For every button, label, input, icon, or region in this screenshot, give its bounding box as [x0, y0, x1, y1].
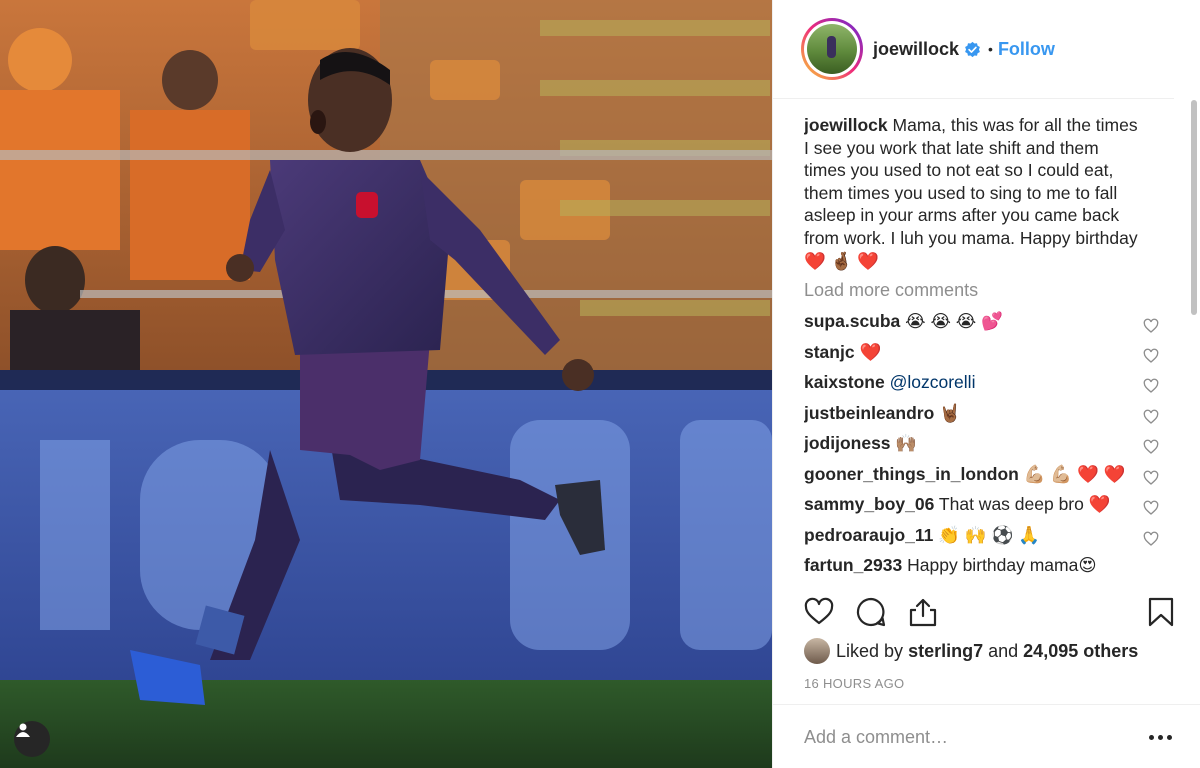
liker-avatar[interactable] — [804, 638, 830, 664]
comment-items: supa.scuba 😭 😭 😭 💕 stanjc ❤️ kaixstone @… — [804, 309, 1144, 584]
comment-heart-icon[interactable] — [1143, 348, 1159, 364]
comment-username[interactable]: gooner_things_in_london — [804, 464, 1019, 484]
post-action-bar — [803, 596, 1175, 630]
comment-text: ❤️ — [859, 341, 882, 362]
add-comment-bar — [773, 704, 1200, 768]
post-timestamp[interactable]: 16 HOURS AGO — [804, 676, 904, 691]
comment-item: pedroaraujo_11 👏 🙌 ⚽ 🙏 — [804, 523, 1144, 554]
comment-item: gooner_things_in_london 💪🏼 💪🏼 ❤️ ❤️ — [804, 462, 1144, 493]
comment-username[interactable]: stanjc — [804, 342, 855, 362]
comments-list[interactable]: joewillock Mama, this was for all the ti… — [804, 114, 1144, 584]
comment-item: justbeinleandro 🤘🏾 — [804, 401, 1144, 432]
comment-heart-icon[interactable] — [1143, 500, 1159, 516]
comment-text: 😭 😭 😭 💕 — [905, 311, 1003, 332]
comment-text: 💪🏼 💪🏼 ❤️ ❤️ — [1023, 463, 1126, 484]
caption-text: Mama, this was for all the times I see y… — [804, 115, 1138, 271]
comment-heart-icon[interactable] — [1143, 378, 1159, 394]
comment-username[interactable]: fartun_2933 — [804, 555, 902, 575]
comment-item: sammy_boy_06 That was deep bro ❤️ — [804, 492, 1144, 523]
comment-username[interactable]: jodijoness — [804, 433, 891, 453]
football-photo-illustration — [0, 0, 772, 768]
post-photo[interactable] — [0, 0, 772, 768]
follow-button[interactable]: Follow — [998, 39, 1055, 60]
verified-badge-icon — [965, 41, 980, 57]
likes-prefix: Liked by — [836, 640, 904, 661]
user-tag-icon — [16, 723, 30, 737]
comment-input[interactable] — [804, 725, 1104, 749]
post-header: joewillock • Follow — [773, 0, 1174, 99]
comment-item: supa.scuba 😭 😭 😭 💕 — [804, 309, 1144, 340]
comment-username[interactable]: pedroaraujo_11 — [804, 525, 933, 545]
comment-mention-link[interactable]: @lozcorelli — [890, 372, 976, 392]
comment-heart-icon[interactable] — [1143, 531, 1159, 547]
comment-heart-icon[interactable] — [1143, 470, 1159, 486]
share-icon[interactable] — [907, 596, 939, 628]
comment-text: 🤘🏾 — [939, 402, 961, 423]
comment-heart-icon[interactable] — [1143, 439, 1159, 455]
comment-heart-icon[interactable] — [1143, 318, 1159, 334]
profile-avatar[interactable] — [801, 18, 863, 80]
bookmark-icon[interactable] — [1145, 596, 1177, 628]
comment-bubble-icon[interactable] — [855, 596, 887, 628]
scrollbar-thumb[interactable] — [1191, 100, 1197, 315]
comment-text: 👏 🙌 ⚽ 🙏 — [938, 524, 1040, 545]
comment-text: 🙌🏽 — [895, 433, 918, 454]
likes-and: and — [988, 640, 1019, 661]
comment-username[interactable]: sammy_boy_06 — [804, 494, 934, 514]
likes-count-link[interactable]: 24,095 others — [1023, 641, 1138, 662]
comment-item: fartun_2933 Happy birthday mama😍 — [804, 553, 1144, 584]
load-more-comments-button[interactable]: Load more comments — [804, 280, 1144, 301]
comment-item: kaixstone @lozcorelli — [804, 370, 1144, 401]
tag-people-button[interactable] — [14, 721, 50, 757]
comment-item: jodijoness 🙌🏽 — [804, 431, 1144, 462]
comment-username[interactable]: justbeinleandro — [804, 403, 934, 423]
post-caption: joewillock Mama, this was for all the ti… — [804, 114, 1144, 272]
comment-text: That was deep bro ❤️ — [938, 494, 1111, 515]
liked-by-username[interactable]: sterling7 — [908, 641, 983, 662]
comment-text: Happy birthday mama😍 — [907, 555, 1097, 576]
post-side-panel: joewillock • Follow joewillock Mama, thi… — [772, 0, 1200, 768]
caption-username[interactable]: joewillock — [804, 115, 888, 135]
header-username[interactable]: joewillock — [873, 39, 959, 60]
separator-dot: • — [988, 41, 993, 57]
comment-username[interactable]: kaixstone — [804, 372, 885, 392]
heart-icon[interactable] — [803, 596, 835, 628]
more-options-icon[interactable] — [1149, 732, 1177, 742]
comments-scrollbar[interactable] — [1190, 100, 1198, 584]
comment-item: stanjc ❤️ — [804, 340, 1144, 371]
likes-summary: Liked by sterling7 and 24,095 others — [804, 638, 1138, 664]
comment-heart-icon[interactable] — [1143, 409, 1159, 425]
comment-username[interactable]: supa.scuba — [804, 311, 900, 331]
